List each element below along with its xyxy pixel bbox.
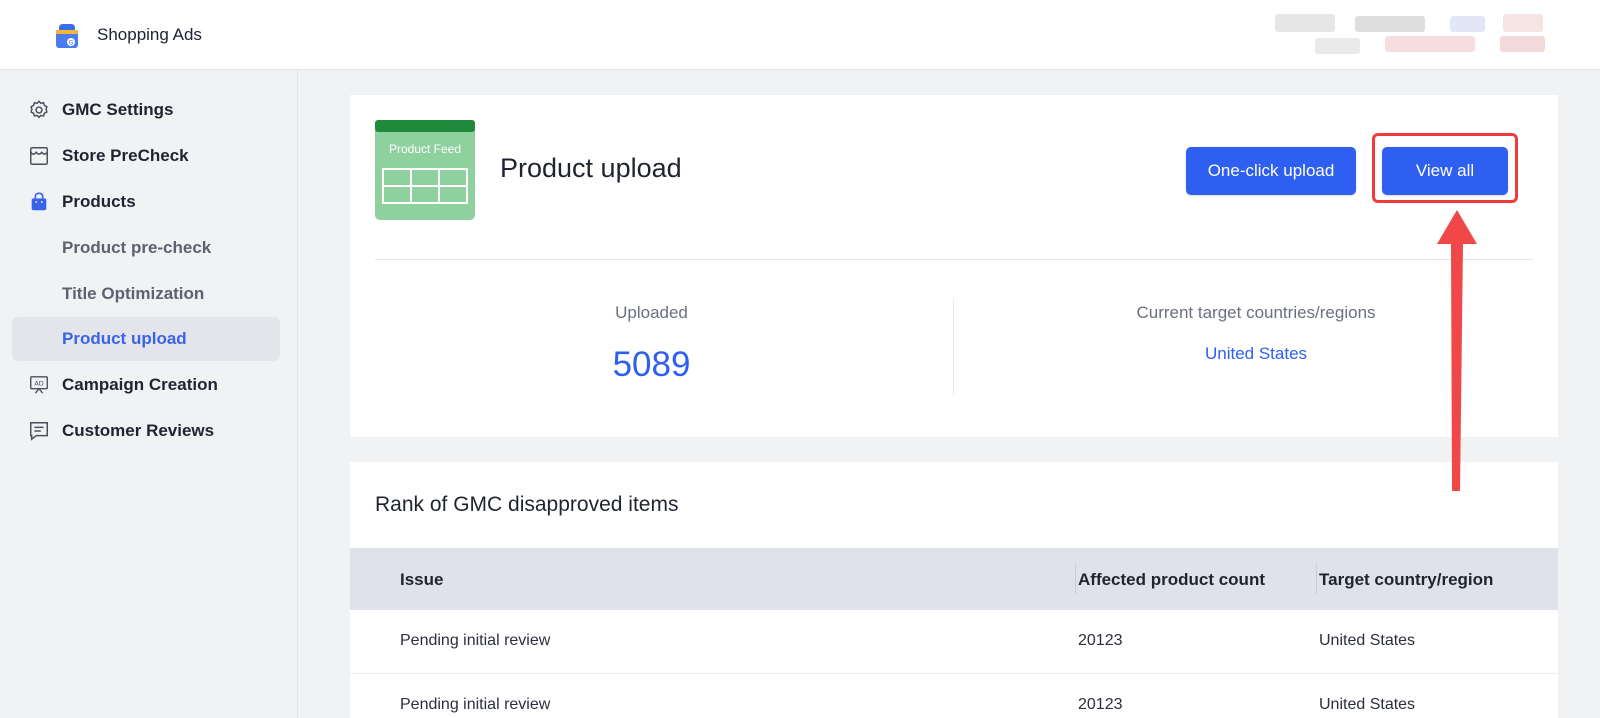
affected-count-cell: 20123 — [1078, 696, 1123, 713]
sidebar-item-label: Product pre-check — [62, 238, 212, 257]
sidebar-item-product-upload[interactable]: Product upload — [12, 317, 280, 361]
shopping-bag-icon — [31, 192, 47, 211]
section-title: Rank of GMC disapproved items — [375, 493, 679, 516]
ad-board-icon: AD — [30, 376, 48, 394]
review-icon — [30, 422, 48, 441]
shopping-ads-logo-icon: G — [56, 24, 78, 48]
one-click-upload-button[interactable]: One-click upload — [1186, 147, 1356, 195]
column-header-affected-count: Affected product count — [1078, 570, 1265, 589]
view-all-button[interactable]: View all — [1382, 147, 1508, 195]
column-resize-handle[interactable] — [1075, 564, 1076, 594]
sidebar-item-label: Customer Reviews — [62, 421, 215, 440]
sidebar-item-store-precheck[interactable]: Store PreCheck — [12, 134, 280, 178]
sidebar-item-label: Store PreCheck — [62, 146, 189, 165]
affected-count-cell: 20123 — [1078, 632, 1123, 649]
table-header: Issue Affected product count Target coun… — [350, 548, 1558, 610]
sidebar-item-label: Campaign Creation — [62, 375, 218, 394]
sidebar-item-product-pre-check[interactable]: Product pre-check — [12, 226, 280, 270]
sidebar-item-campaign-creation[interactable]: AD Campaign Creation — [12, 363, 280, 407]
target-country-cell: United States — [1319, 696, 1416, 713]
target-country-cell: United States — [1319, 632, 1416, 649]
store-icon — [30, 147, 48, 165]
page-title: Product upload — [500, 153, 682, 183]
annotation-arrow-icon — [1437, 210, 1477, 491]
sidebar-item-label: GMC Settings — [62, 100, 174, 119]
product-feed-icon: Product Feed — [375, 120, 475, 220]
uploaded-label: Uploaded — [615, 303, 688, 322]
app-title: Shopping Ads — [97, 25, 202, 44]
product-upload-card: Product Feed Product upload One-click up… — [350, 95, 1558, 437]
blurred-account-info[interactable] — [1275, 14, 1575, 58]
issue-cell: Pending initial review — [400, 632, 551, 649]
column-header-issue: Issue — [400, 570, 444, 589]
table-row[interactable]: Pending initial review 20123 United Stat… — [350, 674, 1558, 718]
sidebar-item-customer-reviews[interactable]: Customer Reviews — [12, 409, 280, 453]
table-row[interactable]: Pending initial review 20123 United Stat… — [350, 610, 1558, 674]
svg-text:G: G — [69, 40, 74, 47]
column-header-target-country: Target country/region — [1319, 570, 1494, 589]
sidebar-item-title-optimization[interactable]: Title Optimization — [12, 272, 280, 316]
column-resize-handle[interactable] — [1316, 564, 1317, 594]
sidebar-item-label: Product upload — [62, 329, 187, 348]
gear-icon — [30, 100, 48, 119]
issue-cell: Pending initial review — [400, 696, 551, 713]
sidebar-item-label: Products — [62, 192, 136, 211]
sidebar-nav: GMC Settings Store PreCheck Products Pro… — [0, 70, 298, 718]
top-bar: G Shopping Ads — [0, 0, 1600, 70]
gmc-disapproved-rank-card: Rank of GMC disapproved items Issue Affe… — [350, 462, 1558, 718]
sidebar-item-label: Title Optimization — [62, 284, 205, 303]
sidebar-item-products[interactable]: Products — [12, 180, 280, 224]
uploaded-count: 5089 — [612, 345, 691, 384]
product-feed-label: Product Feed — [388, 142, 462, 156]
sidebar-item-gmc-settings[interactable]: GMC Settings — [12, 88, 280, 132]
svg-text:AD: AD — [34, 379, 43, 387]
section-divider — [375, 259, 1533, 260]
